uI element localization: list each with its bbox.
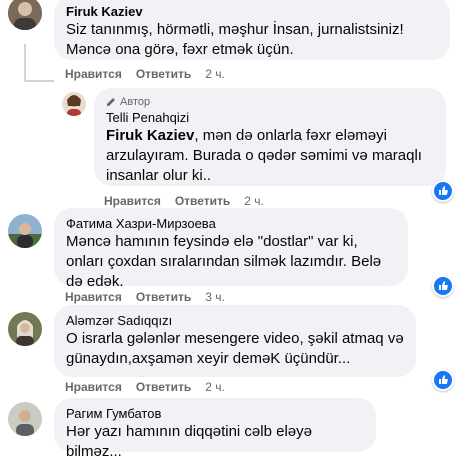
like-thumb-icon [439,186,448,195]
like-button[interactable]: Нравится [65,380,122,394]
like-reaction[interactable] [432,369,454,391]
reply-actions: Нравится Ответить 2 ч. [104,194,278,208]
avatar[interactable] [62,92,86,116]
comment-text: Firuk Kaziev, mən də onlarla fəxr eləməy… [106,126,434,186]
author-badge-label: Автор [120,96,151,108]
thread-line [24,44,26,80]
comment-text: Məncə hamının feysində elə "dostlar" var… [66,233,382,290]
like-reaction[interactable] [432,275,454,297]
author-badge: Автор [106,95,434,109]
comment-actions: Нравится Ответить 2 ч. [65,67,239,81]
like-button[interactable]: Нравится [65,290,122,304]
like-button[interactable]: Нравится [65,67,122,81]
reply-bubble: Автор Telli Penahqizi Firuk Kaziev, mən … [94,88,446,186]
avatar[interactable] [8,0,42,30]
like-thumb-icon [439,375,448,384]
pencil-icon [107,98,115,106]
comment-actions: Нравится Ответить 3 ч. [65,290,239,304]
comment-author[interactable]: Aləmzər Sadıqqızı [66,312,404,329]
comment-bubble: Фатима Хазри-Мирзоева Məncə hamının feys… [54,208,408,290]
mention-link[interactable]: Firuk Kaziev [106,127,194,144]
timestamp[interactable]: 2 ч. [205,67,225,81]
reply-button[interactable]: Ответить [175,194,230,208]
comment-author[interactable]: Firuk Kaziev [66,3,438,20]
comment-text: Siz tanınmış, hörmətli, məşhur İnsan, ju… [66,21,404,58]
comment-bubble: Рагим Гумбатов Hər yazı hamının diqqətin… [54,398,376,460]
timestamp[interactable]: 3 ч. [205,290,225,304]
comment-actions: Нравится Ответить 2 ч. [65,380,239,394]
comment-text: O israrla gələnlər mesengere video, şəki… [66,330,404,367]
comment-bubble: Aləmzər Sadıqqızı O israrla gələnlər mes… [54,305,416,377]
comment-author[interactable]: Фатима Хазри-Мирзоева [66,215,396,232]
like-reaction[interactable] [432,180,454,202]
reply-button[interactable]: Ответить [136,290,191,304]
reply-button[interactable]: Ответить [136,380,191,394]
like-button[interactable]: Нравится [104,194,161,208]
avatar[interactable] [8,312,42,346]
comment-text: Hər yazı hamının diqqətini cəlb eləyə bi… [66,423,312,460]
timestamp[interactable]: 2 ч. [244,194,264,208]
comment-author[interactable]: Telli Penahqizi [106,109,434,126]
reply-button[interactable]: Ответить [136,67,191,81]
timestamp[interactable]: 2 ч. [205,380,225,394]
avatar[interactable] [8,402,42,436]
like-thumb-icon [439,281,448,290]
comment-author[interactable]: Рагим Гумбатов [66,405,364,422]
thread-line [24,80,54,82]
comment-bubble: Firuk Kaziev Siz tanınmış, hörmətli, məş… [54,0,450,60]
avatar[interactable] [8,214,42,248]
